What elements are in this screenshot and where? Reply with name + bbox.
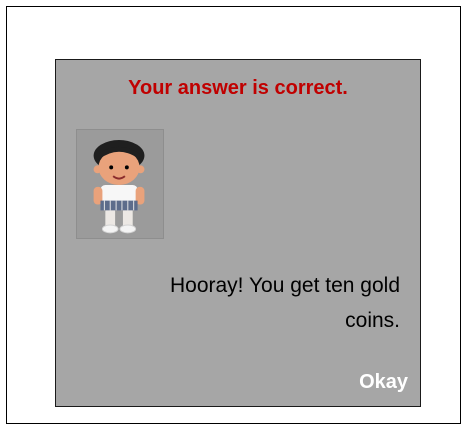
reward-message: Hooray! You get ten gold coins. bbox=[169, 274, 400, 332]
page-frame: Your answer is correct. Hooray! You get … bbox=[6, 6, 461, 424]
okay-button[interactable]: Okay bbox=[355, 369, 412, 396]
feedback-dialog: Your answer is correct. Hooray! You get … bbox=[55, 59, 421, 407]
cartoon-boy-icon bbox=[76, 129, 164, 239]
dialog-title: Your answer is correct. bbox=[128, 77, 348, 99]
